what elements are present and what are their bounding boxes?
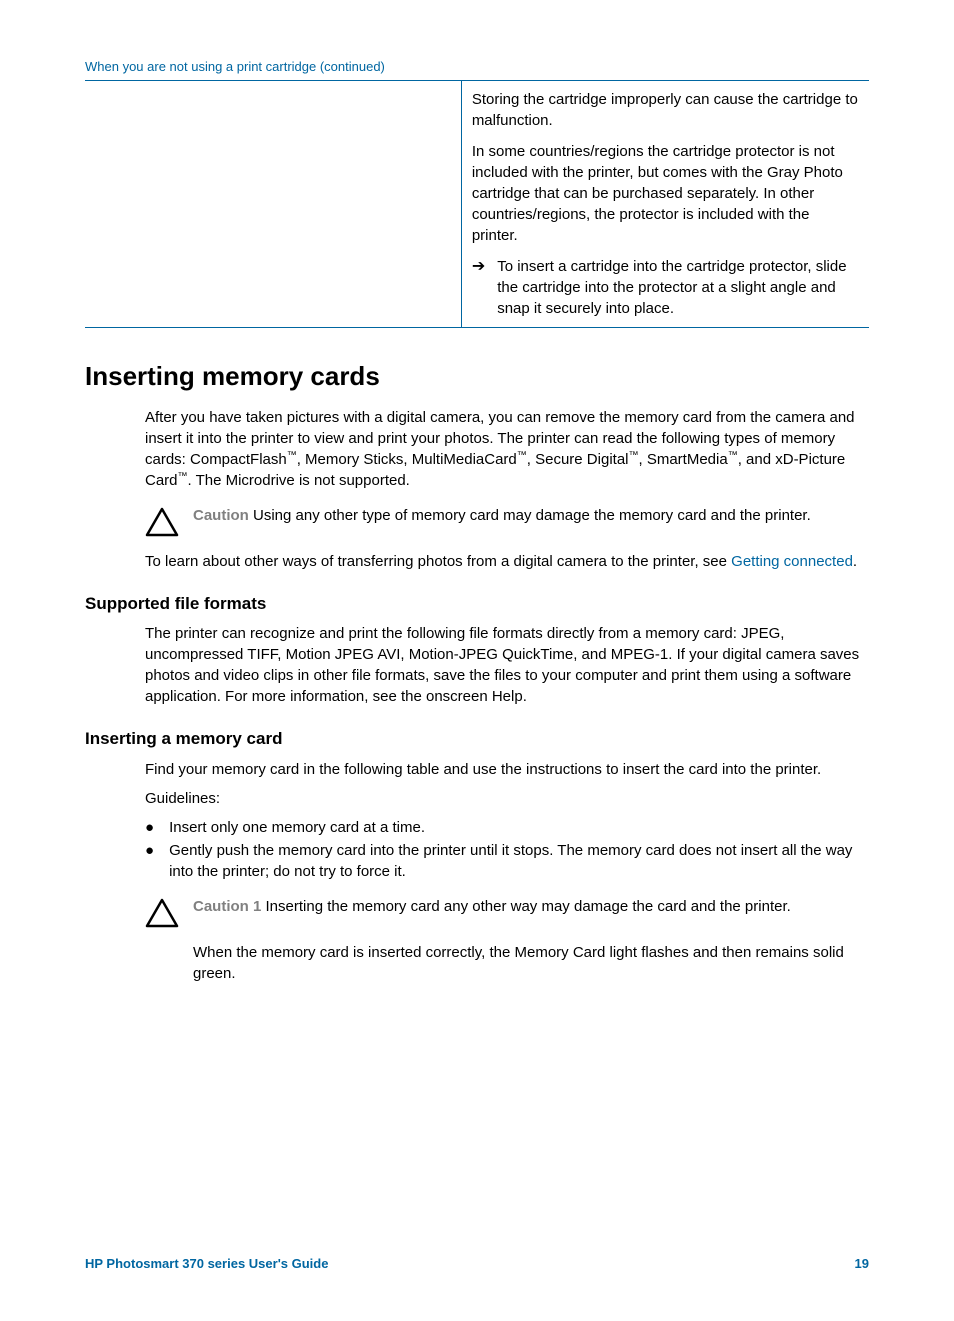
intro-paragraph: After you have taken pictures with a dig… [145,407,869,491]
table-para-2: In some countries/regions the cartridge … [472,141,859,246]
trademark-symbol: ™ [629,450,639,461]
caution-sub-paragraph: When the memory card is inserted correct… [193,942,869,984]
find-card-paragraph: Find your memory card in the following t… [145,759,869,780]
caution-block-2: Caution 1 Inserting the memory card any … [145,896,869,928]
table-continuation-caption: When you are not using a print cartridge… [85,58,869,76]
caution-text-2: Caution 1 Inserting the memory card any … [193,896,869,917]
table-para-1: Storing the cartridge improperly can cau… [472,89,859,131]
table-arrow-text: To insert a cartridge into the cartridge… [497,256,859,319]
cartridge-storage-table: Storing the cartridge improperly can cau… [85,80,869,328]
footer-page-number: 19 [855,1255,869,1273]
caution-label: Caution 1 [193,898,261,915]
heading-supported-file-formats: Supported file formats [85,592,869,616]
heading-inserting-a-memory-card: Inserting a memory card [85,727,869,751]
caution-label: Caution [193,507,249,524]
arrow-right-icon: ➔ [472,256,485,319]
caution-text-1: Caution Using any other type of memory c… [193,505,869,526]
bullet-text-2: Gently push the memory card into the pri… [169,840,869,882]
trademark-symbol: ™ [287,450,297,461]
trademark-symbol: ™ [728,450,738,461]
list-item: ● Gently push the memory card into the p… [145,840,869,882]
caution-triangle-icon [145,507,179,537]
bullet-icon: ● [145,817,154,838]
page-footer: HP Photosmart 370 series User's Guide 19 [85,1255,869,1273]
link-getting-connected[interactable]: Getting connected [731,553,853,570]
footer-guide-title: HP Photosmart 370 series User's Guide [85,1255,328,1273]
bullet-icon: ● [145,840,154,882]
trademark-symbol: ™ [178,471,188,482]
list-item: ● Insert only one memory card at a time. [145,817,869,838]
heading-inserting-memory-cards: Inserting memory cards [85,358,869,394]
caution-block-1: Caution Using any other type of memory c… [145,505,869,537]
table-arrow-step: ➔ To insert a cartridge into the cartrid… [472,256,859,319]
bullet-text-1: Insert only one memory card at a time. [169,817,425,838]
trademark-symbol: ™ [517,450,527,461]
table-right-cell: Storing the cartridge improperly can cau… [461,81,869,328]
caution-triangle-icon [145,898,179,928]
guidelines-label: Guidelines: [145,788,869,809]
learn-paragraph: To learn about other ways of transferrin… [145,551,869,572]
formats-paragraph: The printer can recognize and print the … [145,623,869,707]
guidelines-list: ● Insert only one memory card at a time.… [145,817,869,882]
table-left-cell [85,81,461,328]
